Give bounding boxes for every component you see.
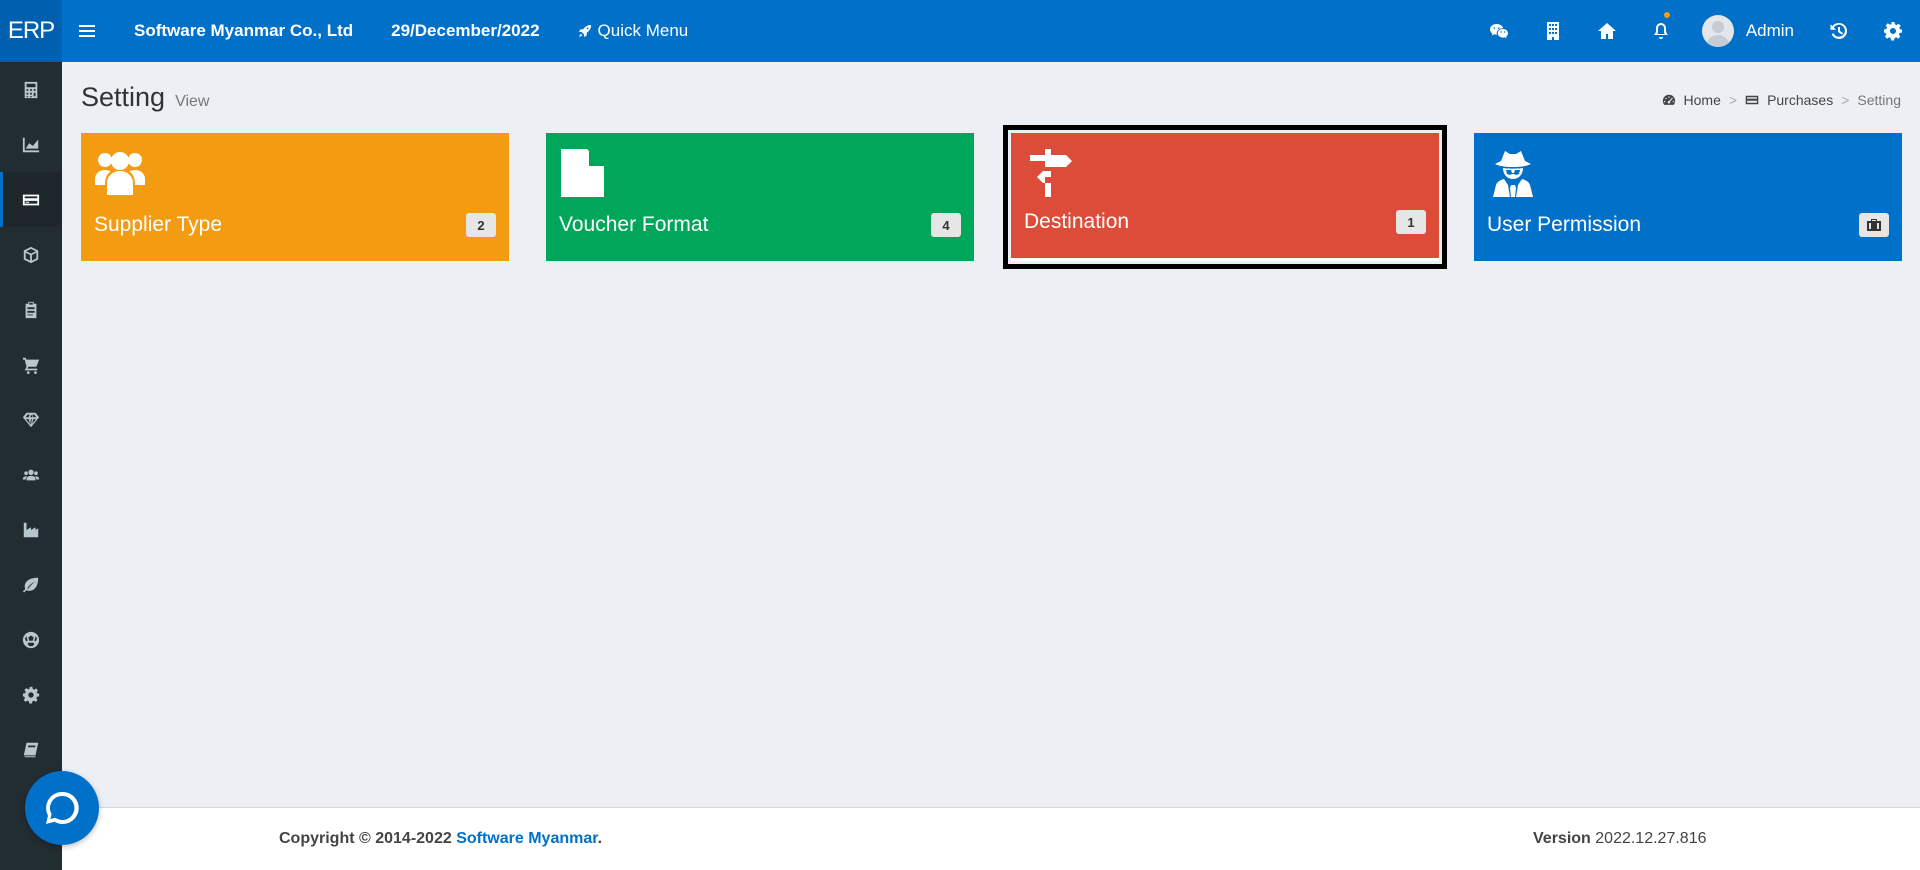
sidebar-item-sales[interactable]	[0, 337, 62, 392]
supplier-type-box[interactable]: Supplier Type 2	[81, 133, 509, 261]
history-button[interactable]	[1812, 0, 1866, 62]
leaf-icon	[22, 577, 39, 592]
company-link[interactable]: Software Myanmar	[456, 830, 597, 847]
gear-icon	[1884, 22, 1902, 41]
page-header: Setting View	[81, 82, 209, 113]
history-icon	[1830, 22, 1848, 39]
file-icon	[559, 147, 611, 199]
footer: Copyright © 2014-2022 Software Myanmar. …	[62, 807, 1920, 870]
destination-label: Destination	[1024, 210, 1130, 233]
sidebar-item-purchases[interactable]	[0, 172, 62, 227]
sidebar-item-settings[interactable]	[0, 667, 62, 722]
soccer-ball-icon	[22, 631, 40, 648]
version-number: 2022.12.27.816	[1595, 830, 1707, 847]
breadcrumb-home[interactable]: Home	[1684, 92, 1721, 108]
page-subtitle: View	[175, 93, 210, 110]
cube-icon	[23, 246, 39, 263]
user-permission-badge	[1859, 213, 1889, 237]
copyright: Copyright © 2014-2022 Software Myanmar.	[279, 830, 602, 848]
sidebar-item-manufacturing[interactable]	[0, 502, 62, 557]
voucher-format-count: 4	[931, 213, 961, 237]
company-name: Software Myanmar Co., Ltd	[134, 21, 354, 40]
chat-button[interactable]	[1472, 0, 1526, 62]
breadcrumb: Home > Purchases > Setting	[1662, 92, 1901, 108]
notifications-button[interactable]	[1634, 0, 1688, 62]
sidebar-item-nature[interactable]	[0, 557, 62, 612]
avatar	[1701, 15, 1734, 47]
breadcrumb-separator: >	[1728, 92, 1738, 108]
breadcrumb-current: Setting	[1857, 92, 1901, 108]
sidebar-item-calculator[interactable]	[0, 62, 62, 117]
sidebar-item-inventory[interactable]	[0, 227, 62, 282]
briefcase-icon	[1867, 219, 1881, 231]
area-chart-icon	[22, 137, 40, 152]
clipboard-icon	[25, 301, 37, 318]
calculator-icon	[24, 81, 38, 98]
user-secret-icon	[1487, 147, 1539, 199]
home-icon	[1597, 23, 1616, 39]
user-permission-label: User Permission	[1487, 213, 1642, 236]
quick-menu-label: Quick Menu	[597, 21, 689, 40]
bell-icon	[1653, 23, 1668, 39]
sidebar	[0, 62, 62, 870]
live-chat-button[interactable]	[25, 771, 99, 845]
settings-boxes: Supplier Type 2 Voucher Format 4 Destina…	[81, 125, 1902, 269]
supplier-type-count: 2	[466, 213, 496, 237]
destination-count: 1	[1396, 210, 1426, 234]
sidebar-item-customers[interactable]	[0, 447, 62, 502]
wechat-icon	[1489, 24, 1508, 39]
rocket-icon	[578, 24, 591, 38]
user-permission-box[interactable]: User Permission	[1474, 133, 1902, 261]
version-info: Version 2022.12.27.816	[1533, 830, 1706, 848]
sidebar-item-docs[interactable]	[0, 722, 62, 777]
cart-icon	[22, 357, 40, 374]
copyright-period: .	[597, 830, 603, 847]
quick-menu-button[interactable]: Quick Menu	[578, 21, 689, 41]
building-icon	[1546, 22, 1559, 40]
user-name: Admin	[1745, 21, 1794, 40]
users-icon	[94, 147, 146, 199]
copyright-text: Copyright © 2014-2022	[279, 830, 452, 847]
top-navbar: ERP Software Myanmar Co., Ltd 29/Decembe…	[0, 0, 1920, 62]
gear-icon	[22, 686, 40, 704]
book-icon	[23, 742, 39, 757]
home-button[interactable]	[1580, 0, 1634, 62]
sidebar-item-reports[interactable]	[0, 117, 62, 172]
sidebar-item-premium[interactable]	[0, 392, 62, 447]
app-logo[interactable]: ERP	[0, 0, 62, 62]
sidebar-item-sports[interactable]	[0, 612, 62, 667]
breadcrumb-purchases[interactable]: Purchases	[1767, 92, 1833, 108]
credit-card-icon	[1745, 95, 1759, 105]
breadcrumb-separator: >	[1841, 92, 1850, 108]
voucher-format-box[interactable]: Voucher Format 4	[546, 133, 974, 261]
dashboard-icon	[1662, 94, 1675, 105]
supplier-type-label: Supplier Type	[94, 213, 223, 236]
page-title: Setting	[81, 82, 166, 112]
chat-bubble-icon	[46, 791, 79, 824]
diamond-icon	[22, 412, 40, 427]
main-content: Setting View Home > Purchases > Setting …	[62, 62, 1920, 807]
voucher-format-label: Voucher Format	[559, 213, 709, 236]
current-date: 29/December/2022	[391, 21, 540, 40]
user-menu[interactable]: Admin	[1688, 15, 1812, 47]
industry-icon	[23, 522, 39, 537]
menu-toggle-button[interactable]	[62, 30, 112, 32]
sidebar-item-orders[interactable]	[0, 282, 62, 337]
credit-card-icon	[22, 194, 40, 205]
users-icon	[22, 469, 40, 480]
version-label: Version	[1533, 830, 1591, 847]
destination-box[interactable]: Destination 1	[1003, 125, 1447, 269]
hamburger-icon	[79, 30, 95, 32]
notification-dot	[1663, 12, 1670, 18]
building-button[interactable]	[1526, 0, 1580, 62]
settings-button[interactable]	[1866, 0, 1920, 62]
signpost-icon	[1024, 147, 1076, 199]
